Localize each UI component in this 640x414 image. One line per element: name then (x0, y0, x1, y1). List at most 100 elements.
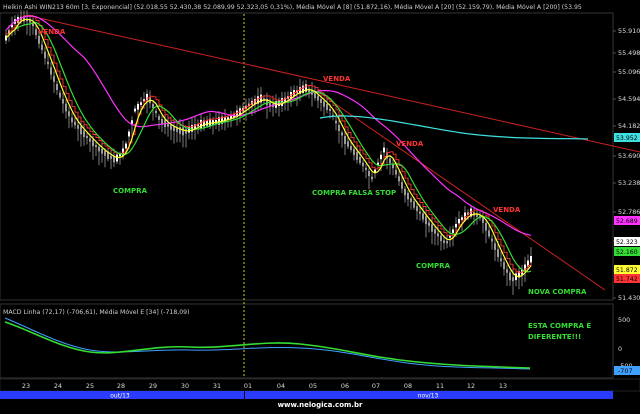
candle-body (185, 129, 187, 134)
candle-body (317, 95, 319, 101)
candle-body (314, 92, 316, 99)
candle-body (353, 149, 355, 155)
candle-body (152, 103, 154, 109)
candle-body (380, 154, 382, 160)
candle-body (128, 131, 130, 137)
x-tick-label: 30 (181, 382, 189, 390)
candle-body (98, 146, 100, 152)
x-tick-label: 13 (499, 382, 507, 390)
candle-body (431, 224, 433, 232)
candle-body (512, 277, 514, 282)
chart-header-title: Heikin Ashi WIN213 60m [3, Exponencial] … (3, 3, 582, 11)
month-label-nov: nov/13 (418, 393, 439, 400)
candle-body (326, 104, 328, 110)
candle-body (416, 206, 418, 212)
candle-body (497, 249, 499, 258)
candle-body (359, 156, 361, 164)
candle-body (131, 120, 133, 124)
candle-body (134, 108, 136, 112)
x-axis-bar (0, 378, 640, 392)
macd-tick-label: 500 (618, 316, 630, 324)
price-badge-label: 53.952 (616, 135, 638, 142)
candle-body (443, 240, 445, 243)
x-tick-label: 05 (309, 382, 317, 390)
candle-body (53, 76, 55, 82)
annotation-label: VENDA (396, 140, 424, 148)
candle-body (38, 35, 40, 44)
candle-body (404, 188, 406, 196)
candle-body (413, 201, 415, 208)
candle-body (401, 182, 403, 189)
candle-body (446, 240, 448, 244)
price-tick-label: 53.690 (618, 152, 640, 160)
candle-body (167, 123, 169, 127)
month-label-oct: out/13 (110, 393, 130, 400)
candle-body (329, 108, 331, 112)
price-tick-label: 54.594 (618, 95, 640, 103)
price-tick-label: 52.786 (618, 208, 640, 216)
candle-body (500, 258, 502, 262)
candle-body (458, 218, 460, 224)
candle-body (383, 147, 385, 153)
price-badge-label: 52.689 (616, 218, 638, 225)
candle-body (389, 158, 391, 164)
candle-body (104, 150, 106, 156)
candle-body (335, 120, 337, 124)
price-tick-label: 55.498 (618, 49, 640, 57)
candle-body (410, 198, 412, 203)
candle-body (41, 44, 43, 51)
candle-body (137, 103, 139, 110)
candle-body (395, 169, 397, 175)
candle-body (509, 272, 511, 281)
price-tick-label: 55.096 (618, 68, 640, 76)
candle-body (485, 222, 487, 231)
x-tick-label: 23 (22, 382, 30, 390)
price-tick-label: 51.430 (618, 294, 640, 302)
annotation-label: VENDA (493, 206, 521, 214)
x-tick-label: 11 (436, 382, 444, 390)
candle-body (338, 124, 340, 132)
x-tick-label: 01 (244, 382, 252, 390)
footer-url[interactable]: www.nelogica.com.br (278, 401, 363, 409)
macd-title: MACD Linha (72,17) (-706,61), Média Móve… (3, 308, 190, 316)
candle-body (341, 132, 343, 136)
candle-body (155, 110, 157, 114)
candle-body (392, 164, 394, 169)
candle-body (323, 101, 325, 107)
x-tick-label: 06 (341, 382, 349, 390)
candle-body (113, 156, 115, 163)
candle-body (95, 144, 97, 148)
candle-body (56, 84, 58, 90)
price-tick-label: 55.910 (618, 27, 640, 35)
candle-body (92, 139, 94, 147)
candle-body (161, 119, 163, 124)
price-badge-label: 51.742 (616, 276, 638, 283)
candle-body (452, 229, 454, 233)
x-tick-label: 08 (404, 382, 412, 390)
candle-body (491, 238, 493, 242)
candle-body (425, 216, 427, 225)
candle-body (344, 136, 346, 144)
annotation-label: NOVA COMPRA (528, 288, 587, 296)
candle-body (350, 146, 352, 150)
candle-body (59, 92, 61, 98)
candle-body (434, 229, 436, 234)
candle-body (422, 213, 424, 220)
chart-area: Heikin Ashi WIN213 60m [3, Exponencial] … (0, 0, 640, 410)
x-tick-label: 12 (467, 382, 475, 390)
candle-body (368, 170, 370, 177)
candle-body (140, 102, 142, 105)
candle-body (347, 141, 349, 147)
candle-body (488, 230, 490, 237)
x-tick-label: 29 (149, 382, 157, 390)
candle-body (320, 99, 322, 103)
candle-body (362, 162, 364, 167)
annotation-label: DIFERENTE!!! (528, 333, 581, 341)
annotation-label: COMPRA FALSA STOP (312, 189, 396, 197)
x-tick-label: 28 (117, 382, 125, 390)
candle-body (455, 223, 457, 228)
candle-body (125, 143, 127, 149)
candle-body (77, 125, 79, 129)
price-badge-label: 52.323 (616, 239, 638, 246)
x-tick-label: 07 (372, 382, 380, 390)
